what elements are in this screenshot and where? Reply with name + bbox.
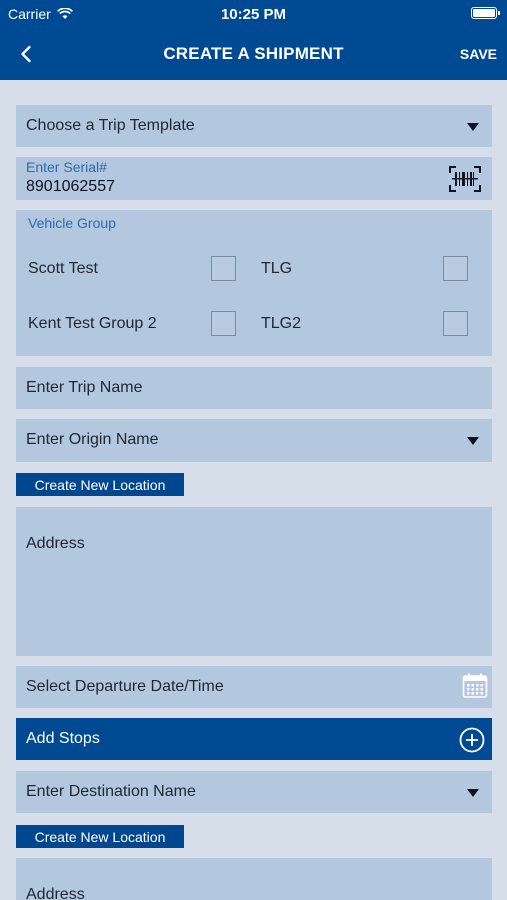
plus-circle-icon: [459, 727, 485, 753]
trip-template-label: Choose a Trip Template: [26, 117, 195, 134]
vehicle-group-checkbox[interactable]: [443, 311, 468, 336]
trip-name-input[interactable]: Enter Trip Name: [16, 367, 492, 409]
serial-value: 8901062557: [26, 178, 115, 195]
save-button[interactable]: SAVE: [460, 46, 497, 62]
caret-down-icon: [467, 437, 479, 445]
serial-field[interactable]: Enter Serial# 8901062557: [16, 157, 492, 200]
destination-address-input[interactable]: Address: [16, 858, 492, 900]
origin-address-placeholder: Address: [26, 535, 85, 552]
barcode-scan-icon[interactable]: [449, 166, 481, 192]
create-origin-location-button[interactable]: Create New Location: [16, 473, 184, 496]
status-time: 10:25 PM: [220, 6, 287, 23]
vehicle-group-item-label: TLG2: [261, 315, 302, 332]
nav-bar: CREATE A SHIPMENT SAVE: [0, 28, 507, 80]
departure-placeholder: Select Departure Date/Time: [26, 678, 224, 695]
destination-address-placeholder: Address: [26, 886, 85, 900]
battery-icon: [471, 7, 500, 19]
origin-select[interactable]: Enter Origin Name: [16, 419, 492, 462]
create-destination-location-button[interactable]: Create New Location: [16, 825, 184, 848]
vehicle-group-item-label: TLG: [261, 260, 293, 277]
origin-placeholder: Enter Origin Name: [26, 431, 159, 448]
add-stops-button[interactable]: Add Stops: [16, 718, 492, 760]
trip-name-placeholder: Enter Trip Name: [26, 379, 143, 396]
calendar-icon[interactable]: [462, 673, 488, 699]
caret-down-icon: [467, 123, 479, 131]
departure-datetime-field[interactable]: Select Departure Date/Time: [16, 666, 492, 708]
add-stops-label: Add Stops: [26, 730, 100, 747]
origin-address-input[interactable]: Address: [16, 507, 492, 656]
trip-template-select[interactable]: Choose a Trip Template: [16, 105, 492, 147]
serial-label: Enter Serial#: [26, 159, 107, 175]
page-title: CREATE A SHIPMENT: [163, 44, 344, 63]
vehicle-group-item-label: Scott Test: [28, 260, 98, 277]
caret-down-icon: [467, 789, 479, 797]
destination-select[interactable]: Enter Destination Name: [16, 771, 492, 813]
vehicle-group-checkbox[interactable]: [443, 256, 468, 281]
vehicle-group-item-label: Kent Test Group 2: [28, 315, 157, 332]
vehicle-group-checkbox[interactable]: [211, 311, 236, 336]
vehicle-group-checkbox[interactable]: [211, 256, 236, 281]
status-bar: Carrier 10:25 PM: [0, 0, 507, 28]
destination-placeholder: Enter Destination Name: [26, 783, 196, 800]
vehicle-group-label: Vehicle Group: [28, 215, 116, 231]
vehicle-group-panel: Vehicle Group Scott Test TLG Kent Test G…: [16, 210, 492, 356]
